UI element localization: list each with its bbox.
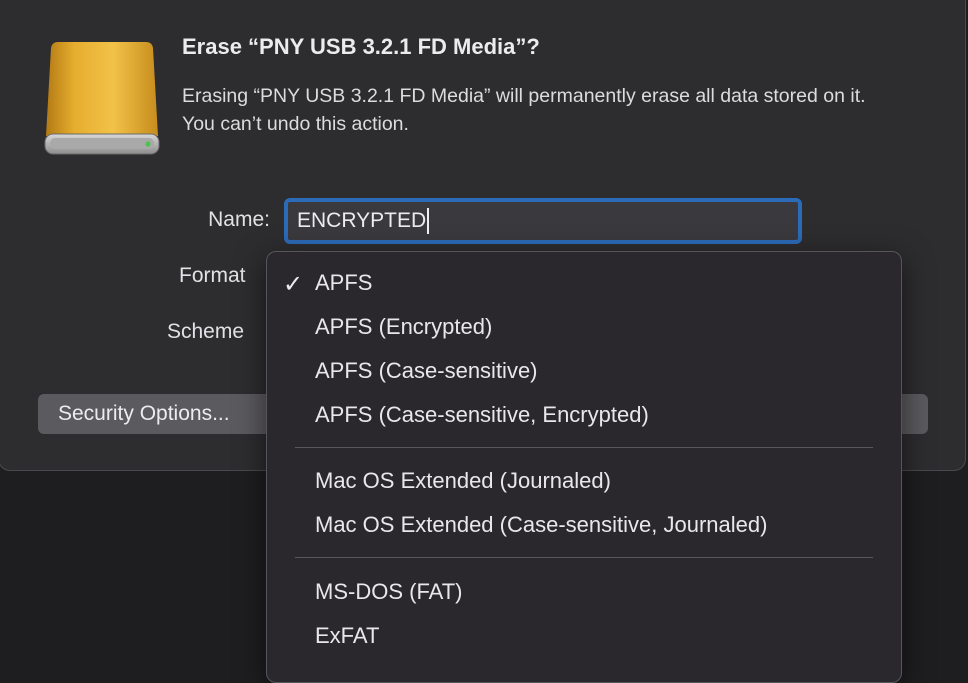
menu-item-ms-dos-fat[interactable]: MS-DOS (FAT) xyxy=(267,572,901,612)
menu-item-apfs-case-sensitive[interactable]: APFS (Case-sensitive) xyxy=(267,351,901,391)
menu-separator xyxy=(295,447,873,448)
menu-item-mac-os-extended-case-sensitive-journaled[interactable]: Mac OS Extended (Case-sensitive, Journal… xyxy=(267,505,901,545)
menu-item-label: APFS (Case-sensitive) xyxy=(315,358,538,383)
menu-item-mac-os-extended-journaled[interactable]: Mac OS Extended (Journaled) xyxy=(267,461,901,501)
name-field[interactable]: ENCRYPTED xyxy=(284,198,802,244)
text-caret xyxy=(427,208,430,234)
name-value: ENCRYPTED xyxy=(297,209,427,232)
menu-item-label: APFS (Encrypted) xyxy=(315,314,493,339)
menu-item-label: APFS xyxy=(315,270,373,295)
menu-item-label: MS-DOS (FAT) xyxy=(315,579,463,604)
menu-separator xyxy=(295,557,873,558)
menu-item-apfs[interactable]: ✓ APFS xyxy=(267,263,901,303)
menu-item-apfs-encrypted[interactable]: APFS (Encrypted) xyxy=(267,307,901,347)
dialog-message: Erasing “PNY USB 3.2.1 FD Media” will pe… xyxy=(182,85,866,135)
menu-item-apfs-case-sensitive-encrypted[interactable]: APFS (Case-sensitive, Encrypted) xyxy=(267,395,901,435)
format-label: Format xyxy=(179,264,246,287)
menu-item-label: ExFAT xyxy=(315,623,380,648)
checkmark-icon: ✓ xyxy=(283,271,304,298)
security-options-button[interactable]: Security Options... xyxy=(38,394,278,434)
dialog-title: Erase “PNY USB 3.2.1 FD Media”? xyxy=(182,34,540,59)
external-drive-icon xyxy=(44,42,160,155)
menu-item-label: Mac OS Extended (Journaled) xyxy=(315,468,611,493)
name-label: Name: xyxy=(208,208,270,231)
scheme-label: Scheme xyxy=(167,320,245,343)
menu-item-label: Mac OS Extended (Case-sensitive, Journal… xyxy=(315,512,768,537)
menu-item-label: APFS (Case-sensitive, Encrypted) xyxy=(315,402,649,427)
format-dropdown-menu: ✓ APFS APFS (Encrypted) APFS (Case-sensi… xyxy=(266,251,902,683)
menu-item-exfat[interactable]: ExFAT xyxy=(267,616,901,656)
